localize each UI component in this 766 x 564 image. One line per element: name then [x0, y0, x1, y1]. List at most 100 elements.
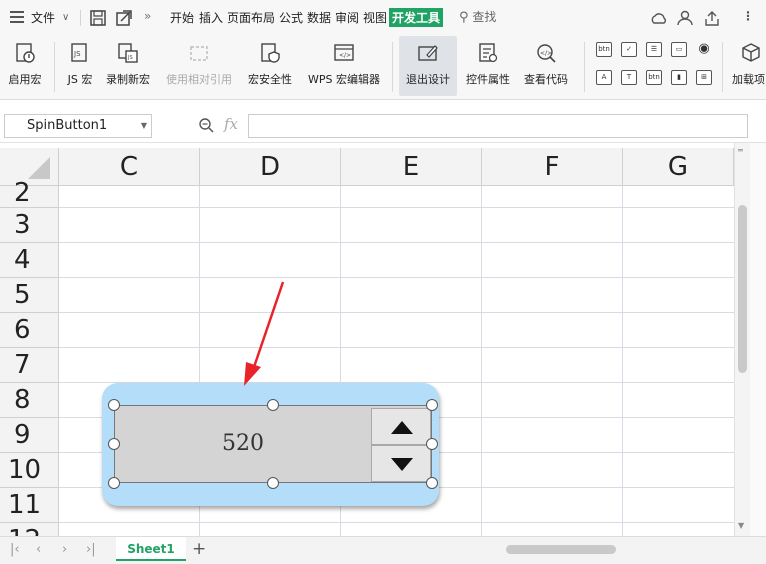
export-icon[interactable] — [115, 9, 133, 27]
tab-home[interactable]: 开始 — [170, 9, 194, 26]
fx-icon[interactable]: fx — [224, 115, 238, 133]
spin-value: 520 — [222, 431, 264, 456]
more-controls-icon[interactable]: ⊞ — [696, 70, 712, 85]
row-header-4[interactable]: 4 — [0, 243, 59, 278]
view-code-button[interactable]: </> 查看代码 — [518, 36, 574, 96]
macro-security-button[interactable]: 宏安全性 — [242, 36, 298, 96]
tab-view[interactable]: 视图 — [363, 9, 387, 26]
exit-design-button[interactable]: 退出设计 — [399, 36, 457, 96]
tab-data[interactable]: 数据 — [307, 9, 331, 26]
more-icon[interactable]: » — [144, 9, 151, 23]
column-header-c[interactable]: C — [59, 148, 200, 186]
sheet-tab-sheet1[interactable]: Sheet1 — [116, 537, 186, 561]
resize-handle-top-left[interactable] — [108, 399, 120, 411]
chevron-down-icon[interactable]: ▼ — [141, 115, 147, 137]
ribbon: 启用宏 JS JS 宏 JS 录制新宏 使用相对引用 宏安全性 </> WPS … — [0, 36, 766, 100]
share-icon[interactable] — [703, 9, 721, 27]
row-header-9[interactable]: 9 — [0, 418, 59, 453]
spin-down-button[interactable] — [371, 445, 431, 482]
js-macro-button[interactable]: JS JS 宏 — [60, 36, 100, 96]
scrollbar-control-icon[interactable]: ▮ — [671, 70, 687, 85]
vertical-scrollbar[interactable]: ═ ▼ — [734, 143, 750, 536]
prev-sheet-icon[interactable]: ‹ — [36, 542, 41, 557]
spin-button-control[interactable]: 520 — [114, 405, 432, 483]
name-box-value: SpinButton1 — [27, 118, 108, 133]
column-header-d[interactable]: D — [200, 148, 341, 186]
divider — [392, 42, 393, 92]
resize-handle-right[interactable] — [426, 438, 438, 450]
row-header-6[interactable]: 6 — [0, 313, 59, 348]
scroll-down-icon[interactable]: ▼ — [738, 521, 744, 530]
resize-handle-bottom-right[interactable] — [426, 477, 438, 489]
row-header-5[interactable]: 5 — [0, 278, 59, 313]
gridline — [622, 186, 623, 536]
checkbox-control-icon[interactable]: ✓ — [621, 42, 637, 57]
command-button-control-icon[interactable]: btn — [646, 70, 662, 85]
formula-input[interactable] — [248, 114, 748, 138]
divider — [80, 10, 81, 26]
addins-icon — [742, 43, 760, 62]
macro-editor-button[interactable]: </> WPS 宏编辑器 — [302, 36, 386, 96]
list-control-icon[interactable]: ☰ — [646, 42, 662, 57]
scroll-up-icon[interactable]: ═ — [738, 146, 743, 155]
chevron-down-icon[interactable]: ∨ — [62, 12, 69, 23]
button-control-icon[interactable]: btn — [596, 42, 612, 57]
divider — [722, 42, 723, 92]
record-macro-button[interactable]: JS 录制新宏 — [102, 36, 154, 96]
menu-icon[interactable] — [10, 11, 24, 23]
arrow-up-icon — [391, 421, 413, 434]
resize-handle-bottom[interactable] — [267, 477, 279, 489]
addins-button[interactable]: 加载项 — [728, 36, 766, 96]
radio-control-icon[interactable]: ◉ — [696, 42, 712, 57]
row-header-8[interactable]: 8 — [0, 383, 59, 418]
enable-macro-button[interactable]: 启用宏 — [2, 36, 48, 96]
user-icon[interactable] — [676, 9, 694, 27]
label-control-icon[interactable]: A — [596, 70, 612, 85]
resize-handle-top-right[interactable] — [426, 399, 438, 411]
row-header-10[interactable]: 10 — [0, 453, 59, 488]
tab-review[interactable]: 审阅 — [335, 9, 359, 26]
column-header-e[interactable]: E — [341, 148, 482, 186]
search-box[interactable]: ⚲ 查找 — [459, 8, 496, 25]
resize-handle-left[interactable] — [108, 438, 120, 450]
next-sheet-icon[interactable]: › — [62, 542, 67, 557]
save-icon[interactable] — [89, 9, 107, 27]
horizontal-scrollbar[interactable] — [438, 545, 728, 555]
tab-page-layout[interactable]: 页面布局 — [227, 9, 275, 26]
exit-design-icon — [418, 45, 438, 61]
spin-up-button[interactable] — [371, 408, 431, 445]
cloud-icon[interactable] — [650, 9, 668, 27]
row-header-2[interactable]: 2 — [0, 180, 59, 208]
row-header-3[interactable]: 3 — [0, 208, 59, 243]
svg-text:</>: </> — [540, 50, 552, 57]
scrollbar-thumb[interactable] — [738, 205, 747, 373]
relative-reference-button[interactable]: 使用相对引用 — [160, 36, 238, 96]
control-properties-button[interactable]: 控件属性 — [460, 36, 516, 96]
name-box[interactable]: SpinButton1 ▼ — [4, 114, 152, 138]
row-header-11[interactable]: 11 — [0, 488, 59, 523]
frame-control-icon[interactable]: ▭ — [671, 42, 687, 57]
tab-developer[interactable]: 开发工具 — [389, 8, 444, 27]
svg-text:</>: </> — [339, 52, 351, 59]
column-header-f[interactable]: F — [482, 148, 623, 186]
add-sheet-button[interactable]: + — [192, 539, 206, 559]
tab-insert[interactable]: 插入 — [199, 9, 223, 26]
textbox-control-icon[interactable]: T — [621, 70, 637, 85]
scrollbar-thumb[interactable] — [506, 545, 616, 554]
view-code-icon: </> — [537, 44, 556, 63]
macro-enable-icon — [16, 43, 35, 63]
file-menu[interactable]: 文件 — [31, 9, 55, 26]
divider — [584, 42, 585, 92]
resize-handle-bottom-left[interactable] — [108, 477, 120, 489]
zoom-icon[interactable] — [198, 117, 214, 133]
first-sheet-icon[interactable]: |‹ — [10, 542, 20, 557]
more-options-icon[interactable]: ⋮ — [742, 9, 754, 23]
tab-formulas[interactable]: 公式 — [279, 9, 303, 26]
divider — [54, 42, 55, 92]
row-header-12[interactable]: 12 — [0, 523, 59, 536]
resize-handle-top[interactable] — [267, 399, 279, 411]
row-header-7[interactable]: 7 — [0, 348, 59, 383]
column-header-g[interactable]: G — [623, 148, 734, 186]
last-sheet-icon[interactable]: ›| — [86, 542, 96, 557]
search-icon: ⚲ — [459, 10, 469, 25]
